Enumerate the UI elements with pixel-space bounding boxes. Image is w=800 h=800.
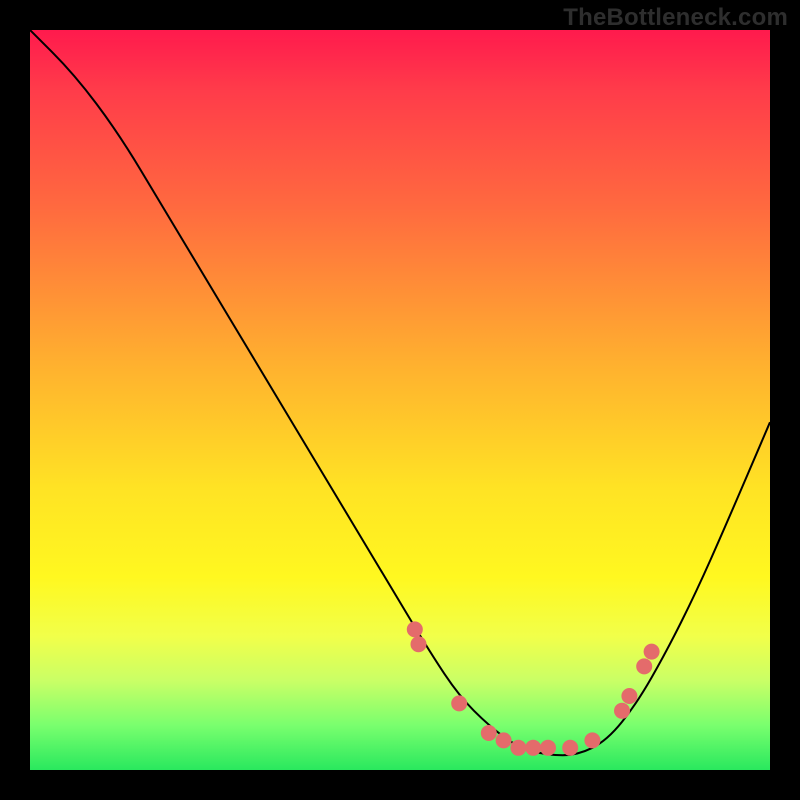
bottleneck-curve <box>30 30 770 755</box>
chart-frame: TheBottleneck.com <box>0 0 800 800</box>
highlight-dots <box>407 621 660 755</box>
highlight-dot <box>584 732 600 748</box>
highlight-dot <box>407 621 423 637</box>
highlight-dot <box>562 740 578 756</box>
highlight-dot <box>481 725 497 741</box>
highlight-dot <box>621 688 637 704</box>
highlight-dot <box>644 644 660 660</box>
plot-area <box>30 30 770 770</box>
highlight-dot <box>451 695 467 711</box>
highlight-dot <box>411 636 427 652</box>
highlight-dot <box>525 740 541 756</box>
highlight-dot <box>614 703 630 719</box>
highlight-dot <box>496 732 512 748</box>
highlight-dot <box>510 740 526 756</box>
attribution-text: TheBottleneck.com <box>563 4 788 32</box>
highlight-dot <box>636 658 652 674</box>
curve-svg <box>30 30 770 770</box>
highlight-dot <box>540 740 556 756</box>
